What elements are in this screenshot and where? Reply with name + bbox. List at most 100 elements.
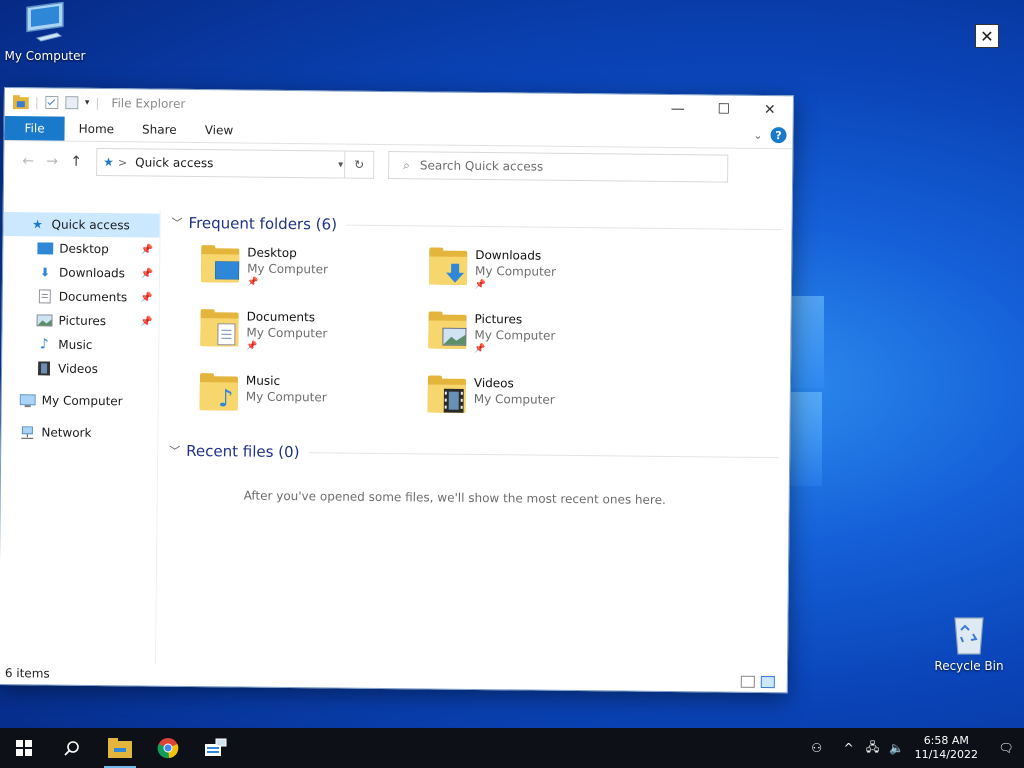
search-icon: ⌕ bbox=[403, 157, 411, 172]
nav-item-desktop[interactable]: Desktop 📌 bbox=[3, 236, 159, 262]
help-icon[interactable]: ? bbox=[770, 127, 787, 144]
quick-access-toolbar-dropdown-icon[interactable]: ▾ bbox=[85, 98, 90, 108]
desktop-icon-recycle-bin[interactable]: Recycle Bin bbox=[924, 612, 1014, 673]
close-button[interactable]: ✕ bbox=[747, 96, 793, 124]
nav-item-label: Quick access bbox=[51, 217, 130, 233]
properties-icon[interactable] bbox=[45, 95, 59, 110]
pin-icon[interactable]: 📌 bbox=[141, 268, 154, 279]
nav-item-network[interactable]: Network bbox=[1, 420, 157, 446]
new-folder-icon[interactable] bbox=[65, 96, 79, 110]
group-title: Frequent folders (6) bbox=[188, 213, 338, 234]
picture-overlay-icon bbox=[442, 325, 467, 349]
tab-file[interactable]: File bbox=[4, 116, 65, 141]
forward-button[interactable]: → bbox=[40, 153, 64, 169]
nav-item-downloads[interactable]: ⬇ Downloads 📌 bbox=[3, 260, 159, 286]
nav-item-videos[interactable]: Videos bbox=[2, 356, 158, 382]
overlay-close-button[interactable]: ✕ bbox=[975, 24, 999, 48]
navigation-bar: ← → ↑ ★ > Quick access ▾ ↻ ⌕ Search Quic… bbox=[4, 141, 792, 189]
desktop-overlay-icon bbox=[214, 258, 240, 282]
refresh-button[interactable]: ↻ bbox=[344, 151, 374, 178]
clock[interactable]: 6:58 AM 11/14/2022 bbox=[915, 734, 978, 762]
folder-icon bbox=[426, 310, 468, 350]
taskbar-file-explorer[interactable] bbox=[96, 728, 144, 768]
taskbar: ⚇ ^ 🖧 🔈 6:58 AM 11/14/2022 🗨 bbox=[0, 728, 1024, 768]
folder-name: Pictures bbox=[474, 311, 523, 327]
network-icon bbox=[19, 425, 35, 439]
chevron-down-icon[interactable]: ﹀ bbox=[172, 215, 183, 231]
folder-location: My Computer bbox=[475, 263, 557, 279]
pin-icon: 📌 bbox=[246, 341, 258, 352]
tab-share[interactable]: Share bbox=[128, 117, 191, 142]
pin-icon[interactable]: 📌 bbox=[141, 244, 154, 255]
folder-quick-icon[interactable] bbox=[12, 95, 29, 110]
pin-icon: 📌 bbox=[474, 279, 487, 291]
nav-item-my-computer[interactable]: My Computer bbox=[2, 388, 158, 414]
pin-icon[interactable]: 📌 bbox=[140, 316, 153, 327]
wallpaper-beam bbox=[786, 392, 822, 486]
desktop-icon bbox=[37, 241, 54, 255]
recent-files-header[interactable]: ﹀ Recent files (0) bbox=[161, 438, 789, 471]
taskbar-chrome[interactable] bbox=[144, 728, 192, 768]
desktop-icon-my-computer[interactable]: My Computer bbox=[0, 2, 90, 63]
server-manager-icon bbox=[205, 738, 227, 756]
computer-icon bbox=[26, 2, 64, 42]
pin-icon: 📌 bbox=[474, 343, 486, 355]
tab-view[interactable]: View bbox=[191, 118, 248, 143]
system-tray: ⚇ ^ 🖧 🔈 6:58 AM 11/14/2022 🗨 bbox=[805, 728, 1024, 768]
back-button[interactable]: ← bbox=[16, 153, 40, 169]
taskbar-server-manager[interactable] bbox=[192, 728, 240, 768]
folder-tile-music[interactable]: ♪ Music My Computer bbox=[198, 372, 427, 424]
folder-tile-documents[interactable]: Documents My Computer 📌 bbox=[198, 308, 427, 360]
address-bar[interactable]: ★ > Quick access ▾ ↻ bbox=[96, 147, 375, 179]
chevron-down-icon[interactable]: ﹀ bbox=[169, 443, 180, 459]
folder-name: Videos bbox=[473, 375, 514, 391]
nav-item-pictures[interactable]: Pictures 📌 bbox=[2, 308, 158, 334]
recent-files-empty-message: After you've opened some files, we'll sh… bbox=[243, 488, 666, 507]
folder-location: My Computer bbox=[474, 327, 556, 343]
film-strip-icon bbox=[442, 388, 466, 413]
breadcrumb-location[interactable]: Quick access bbox=[135, 155, 213, 170]
star-icon: ★ bbox=[103, 155, 115, 170]
minimize-icon: — bbox=[670, 100, 685, 118]
nav-item-quick-access[interactable]: ★ Quick access bbox=[3, 212, 160, 238]
up-button[interactable]: ↑ bbox=[64, 154, 88, 170]
search-button[interactable] bbox=[48, 728, 96, 768]
document-icon bbox=[37, 289, 53, 304]
volume-icon[interactable]: 🔈 bbox=[885, 741, 909, 755]
search-input[interactable]: ⌕ Search Quick access bbox=[388, 151, 729, 183]
network-status-icon[interactable]: 🖧 bbox=[861, 738, 885, 759]
navigation-pane: ★ Quick access Desktop 📌 ⬇ Downloads 📌 D… bbox=[0, 208, 161, 664]
tab-home[interactable]: Home bbox=[65, 117, 129, 142]
folder-tile-videos[interactable]: Videos My Computer bbox=[425, 374, 654, 426]
window-title: File Explorer bbox=[111, 96, 186, 111]
ribbon-expand-icon[interactable]: ⌄ bbox=[753, 128, 762, 141]
music-note-icon: ♪ bbox=[39, 336, 49, 353]
folder-icon bbox=[427, 246, 469, 286]
nav-item-label: Music bbox=[58, 337, 93, 352]
download-arrow-icon: ⬇ bbox=[39, 265, 51, 280]
nav-item-label: Videos bbox=[57, 361, 99, 376]
start-button[interactable] bbox=[0, 728, 48, 768]
chevron-down-icon[interactable]: ▾ bbox=[338, 159, 343, 170]
maximize-button[interactable]: ☐ bbox=[701, 95, 747, 123]
people-icon[interactable]: ⚇ bbox=[805, 741, 829, 755]
folder-tile-pictures[interactable]: Pictures My Computer 📌 bbox=[426, 310, 655, 362]
nav-item-music[interactable]: ♪ Music bbox=[2, 332, 158, 358]
nav-item-label: Desktop bbox=[59, 241, 109, 257]
minimize-button[interactable]: — bbox=[655, 95, 701, 123]
details-view-icon[interactable] bbox=[740, 675, 755, 688]
folder-location: My Computer bbox=[473, 391, 555, 407]
chevron-up-icon[interactable]: ^ bbox=[837, 741, 861, 755]
group-title: Recent files (0) bbox=[186, 441, 300, 462]
large-icons-view-icon[interactable] bbox=[760, 675, 775, 689]
folder-tile-downloads[interactable]: Downloads My Computer 📌 bbox=[427, 246, 656, 298]
document-overlay-icon bbox=[214, 322, 238, 346]
nav-item-documents[interactable]: Documents 📌 bbox=[3, 284, 159, 310]
search-placeholder: Search Quick access bbox=[419, 158, 544, 174]
folder-tile-desktop[interactable]: Desktop My Computer 📌 bbox=[199, 244, 428, 296]
folder-icon bbox=[199, 244, 241, 284]
nav-item-label: Downloads bbox=[58, 265, 126, 281]
pin-icon[interactable]: 📌 bbox=[140, 292, 153, 303]
folder-name: Desktop bbox=[247, 245, 297, 261]
action-center-icon[interactable]: 🗨 bbox=[988, 741, 1024, 755]
